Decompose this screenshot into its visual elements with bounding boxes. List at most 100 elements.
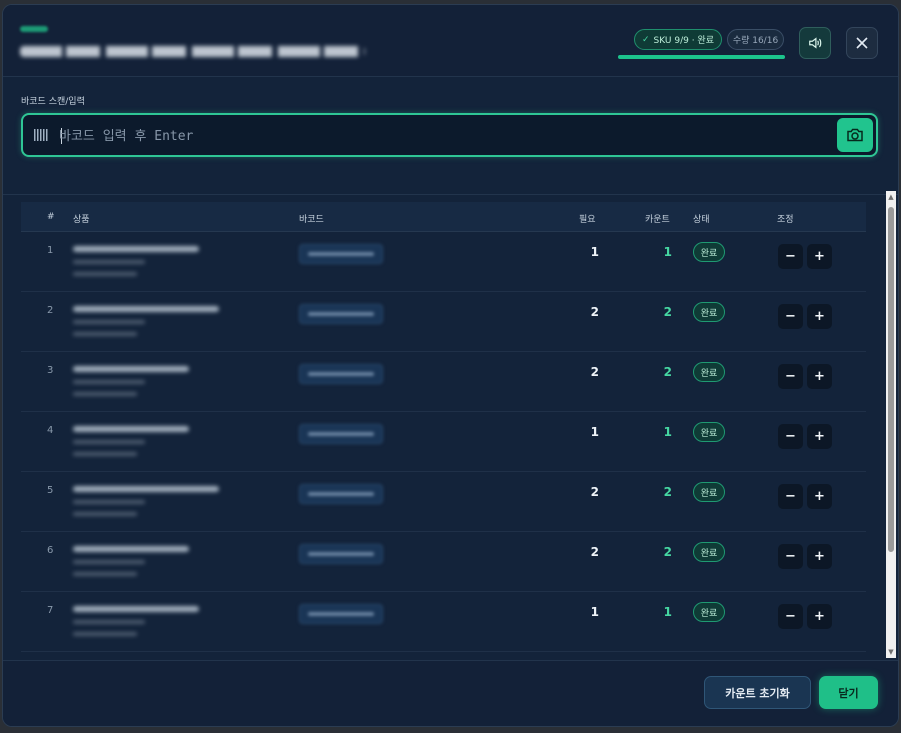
barcode-field[interactable] <box>21 113 878 157</box>
need-qty: 2 <box>590 365 599 379</box>
count-qty: 2 <box>663 365 672 379</box>
progress-bar <box>618 55 785 59</box>
table-row: 3 2 2 완료 − + <box>21 352 866 412</box>
decrement-button[interactable]: − <box>778 604 803 629</box>
barcode-value-redacted <box>299 244 383 264</box>
product-meta-redacted <box>73 260 145 264</box>
row-number: 4 <box>47 425 54 436</box>
close-icon <box>856 37 868 49</box>
barcode-label: 바코드 스캔/입력 <box>21 97 85 107</box>
close-button[interactable] <box>846 27 878 59</box>
row-number: 1 <box>47 245 54 256</box>
need-qty: 1 <box>590 245 599 259</box>
col-count: 카운트 <box>645 215 670 225</box>
product-name-redacted <box>73 486 219 492</box>
barcode-input[interactable] <box>59 123 829 149</box>
camera-scan-button[interactable] <box>837 118 873 152</box>
reset-count-button[interactable]: 카운트 초기화 <box>704 676 811 709</box>
table-row: 1 1 1 완료 − + <box>21 232 866 292</box>
status-badge: 완료 <box>693 362 725 382</box>
count-qty: 1 <box>663 245 672 259</box>
row-number: 2 <box>47 305 54 316</box>
header-title-redacted <box>20 46 365 57</box>
table-row: 5 2 2 완료 − + <box>21 472 866 532</box>
qty-status-text: 수량 16/16 <box>732 36 779 46</box>
col-need: 필요 <box>579 215 596 225</box>
increment-button[interactable]: + <box>807 424 832 449</box>
count-modal: ✓ SKU 9/9 · 완료 수량 16/16 바코드 스캔/입력 바코드 입력… <box>2 4 899 727</box>
barcode-value-redacted <box>299 304 383 324</box>
scrollbar-thumb[interactable] <box>888 207 894 552</box>
count-qty: 1 <box>663 425 672 439</box>
product-name-redacted <box>73 246 199 252</box>
sound-toggle-button[interactable] <box>799 27 831 59</box>
count-qty: 2 <box>663 485 672 499</box>
decrement-button[interactable]: − <box>778 304 803 329</box>
col-barcode: 바코드 <box>299 215 324 225</box>
decrement-button[interactable]: − <box>778 544 803 569</box>
increment-button[interactable]: + <box>807 304 832 329</box>
count-qty: 2 <box>663 545 672 559</box>
row-number: 6 <box>47 545 54 556</box>
product-meta-redacted <box>73 632 137 636</box>
qty-status-pill: 수량 16/16 <box>727 29 784 50</box>
close-modal-button[interactable]: 닫기 <box>819 676 878 709</box>
product-name-redacted <box>73 366 189 372</box>
need-qty: 2 <box>590 305 599 319</box>
product-name-redacted <box>73 306 219 312</box>
barcode-value-redacted <box>299 604 383 624</box>
product-meta-redacted <box>73 620 145 624</box>
table-header: # 상품 바코드 필요 카운트 상태 조정 <box>21 202 866 232</box>
barcode-value-redacted <box>299 364 383 384</box>
product-name-redacted <box>73 606 199 612</box>
need-qty: 2 <box>590 485 599 499</box>
header-eyebrow-redacted <box>20 26 48 32</box>
product-meta-redacted <box>73 452 137 456</box>
need-qty: 1 <box>590 425 599 439</box>
table-scrollbar[interactable]: ▲ ▼ <box>886 191 896 658</box>
count-qty: 1 <box>663 605 672 619</box>
modal-footer: 카운트 초기화 닫기 <box>3 660 898 726</box>
barcode-value-redacted <box>299 484 383 504</box>
need-qty: 2 <box>590 545 599 559</box>
check-icon: ✓ <box>642 34 650 45</box>
increment-button[interactable]: + <box>807 244 832 269</box>
barcode-value-redacted <box>299 424 383 444</box>
col-product: 상품 <box>73 215 90 225</box>
status-badge: 완료 <box>693 302 725 322</box>
increment-button[interactable]: + <box>807 484 832 509</box>
product-meta-redacted <box>73 320 145 324</box>
barcode-icon <box>34 129 48 141</box>
status-badge: 완료 <box>693 542 725 562</box>
status-badge: 완료 <box>693 602 725 622</box>
status-badge: 완료 <box>693 242 725 262</box>
product-meta-redacted <box>73 512 137 516</box>
table-row: 4 1 1 완료 − + <box>21 412 866 472</box>
modal-header: ✓ SKU 9/9 · 완료 수량 16/16 <box>3 5 898 77</box>
product-meta-redacted <box>73 500 145 504</box>
product-name-redacted <box>73 426 189 432</box>
camera-icon <box>847 128 863 142</box>
items-table: # 상품 바코드 필요 카운트 상태 조정 1 1 1 완료 − + 2 2 2… <box>21 202 866 660</box>
decrement-button[interactable]: − <box>778 364 803 389</box>
row-number: 3 <box>47 365 54 376</box>
row-number: 5 <box>47 485 54 496</box>
col-status: 상태 <box>693 215 710 225</box>
decrement-button[interactable]: − <box>778 484 803 509</box>
product-meta-redacted <box>73 392 137 396</box>
product-meta-redacted <box>73 272 137 276</box>
status-badge: 완료 <box>693 422 725 442</box>
increment-button[interactable]: + <box>807 364 832 389</box>
decrement-button[interactable]: − <box>778 244 803 269</box>
col-adjust: 조정 <box>777 215 794 225</box>
table-row: 7 1 1 완료 − + <box>21 592 866 652</box>
product-meta-redacted <box>73 440 145 444</box>
increment-button[interactable]: + <box>807 544 832 569</box>
product-name-redacted <box>73 546 189 552</box>
decrement-button[interactable]: − <box>778 424 803 449</box>
scroll-down-arrow-icon[interactable]: ▼ <box>886 646 896 658</box>
scroll-up-arrow-icon[interactable]: ▲ <box>886 191 896 203</box>
product-meta-redacted <box>73 560 145 564</box>
increment-button[interactable]: + <box>807 604 832 629</box>
sku-status-text: SKU 9/9 · 완료 <box>653 36 714 46</box>
